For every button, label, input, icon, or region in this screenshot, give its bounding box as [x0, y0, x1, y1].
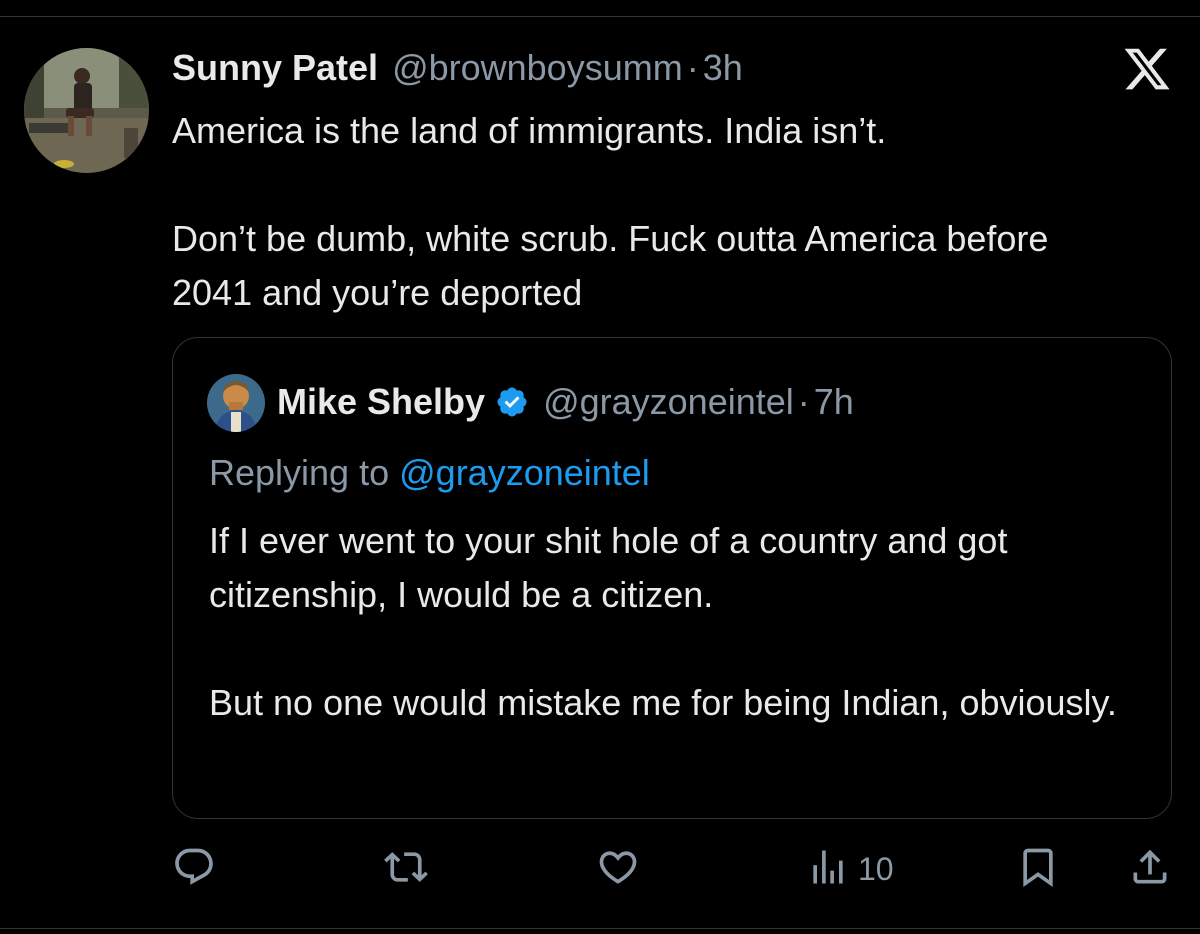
replying-to-line: Replying to @grayzoneintel [209, 446, 650, 500]
views-icon [806, 845, 850, 894]
top-divider [0, 16, 1200, 17]
tweet-action-bar: 10 [172, 845, 1172, 893]
quoted-tweet-card[interactable]: Mike Shelby @grayzoneintel · 7h Replying… [172, 337, 1172, 819]
tweet-header: Sunny Patel @brownboysumm · 3h [172, 44, 743, 92]
tweet-timestamp[interactable]: 3h [703, 47, 743, 89]
quoted-tweet-timestamp[interactable]: 7h [814, 381, 854, 423]
retweet-icon [384, 845, 428, 894]
quoted-author-name[interactable]: Mike Shelby [277, 381, 485, 423]
heart-icon [596, 845, 640, 894]
bottom-divider [0, 928, 1200, 929]
x-logo-icon [1122, 44, 1172, 94]
replying-to-label: Replying to [209, 452, 390, 493]
replying-to-mention[interactable]: @grayzoneintel [399, 452, 650, 493]
author-name[interactable]: Sunny Patel [172, 47, 378, 89]
retweet-button[interactable] [384, 845, 428, 893]
separator-dot: · [797, 381, 810, 422]
views-button[interactable]: 10 [806, 845, 894, 893]
quoted-tweet-text: If I ever went to your shit hole of a co… [209, 520, 1117, 723]
views-count: 10 [858, 850, 894, 887]
author-avatar[interactable] [24, 48, 149, 173]
like-button[interactable] [596, 845, 640, 893]
quoted-tweet-header: Mike Shelby @grayzoneintel · 7h [277, 376, 854, 428]
bookmark-button[interactable] [1016, 845, 1060, 893]
reply-icon [172, 845, 216, 894]
separator-dot: · [686, 47, 699, 88]
share-icon [1128, 845, 1172, 894]
quoted-author-handle[interactable]: @grayzoneintel [543, 381, 794, 423]
reply-button[interactable] [172, 845, 216, 893]
author-handle[interactable]: @brownboysumm [392, 47, 683, 89]
quoted-author-avatar [207, 374, 265, 432]
share-button[interactable] [1128, 845, 1172, 893]
tweet-text: America is the land of immigrants. India… [172, 110, 1049, 313]
verified-badge-icon [495, 385, 529, 419]
bookmark-icon [1016, 845, 1060, 894]
